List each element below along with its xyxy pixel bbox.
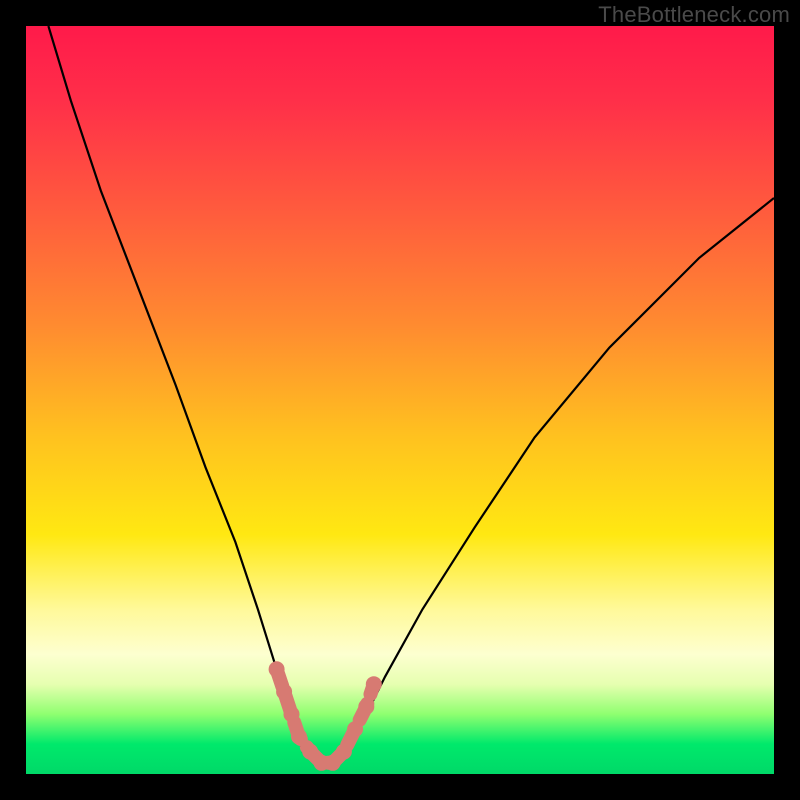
marker-layer [269, 661, 382, 771]
marker-bead [336, 744, 352, 760]
marker-bead [276, 684, 292, 700]
marker-bead [366, 676, 382, 692]
marker-bead [284, 706, 300, 722]
chart-frame: TheBottleneck.com [0, 0, 800, 800]
marker-bead [291, 729, 307, 745]
marker-bead [269, 661, 285, 677]
curve-layer [48, 26, 774, 767]
bottleneck-curve [48, 26, 774, 767]
plot-area [26, 26, 774, 774]
chart-svg [26, 26, 774, 774]
marker-bead [358, 699, 374, 715]
watermark-text: TheBottleneck.com [598, 2, 790, 28]
marker-bead [347, 721, 363, 737]
